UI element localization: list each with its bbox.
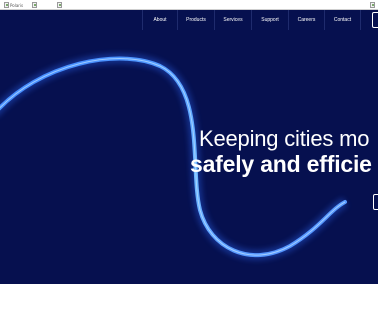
broken-image-icon [32,2,37,8]
nav-contact[interactable]: Contact [324,10,361,30]
logo-alt-text: Polaris [10,2,24,8]
hero-headline-line2: safely and efficie [190,151,372,177]
hero-cta-button[interactable] [373,194,378,210]
header-image-1 [32,1,37,9]
main-nav: About Products Services Support Careers … [142,10,361,30]
nav-support[interactable]: Support [251,10,288,30]
broken-image-icon [57,2,62,8]
nav-products[interactable]: Products [177,10,214,30]
nav-about[interactable]: About [142,10,177,30]
nav-careers[interactable]: Careers [288,10,324,30]
broken-image-icon [4,2,9,8]
header-image-3 [370,1,375,9]
hero-section: About Products Services Support Careers … [0,10,378,284]
nav-cta-button[interactable] [372,12,378,28]
hero-headline-line1: Keeping cities mo [199,126,370,151]
logo-image[interactable]: Polaris [4,1,23,9]
broken-image-icon [370,2,375,8]
nav-services[interactable]: Services [214,10,251,30]
header-image-2 [57,1,62,9]
top-bar: Polaris [0,0,378,10]
below-hero-area [0,284,378,320]
